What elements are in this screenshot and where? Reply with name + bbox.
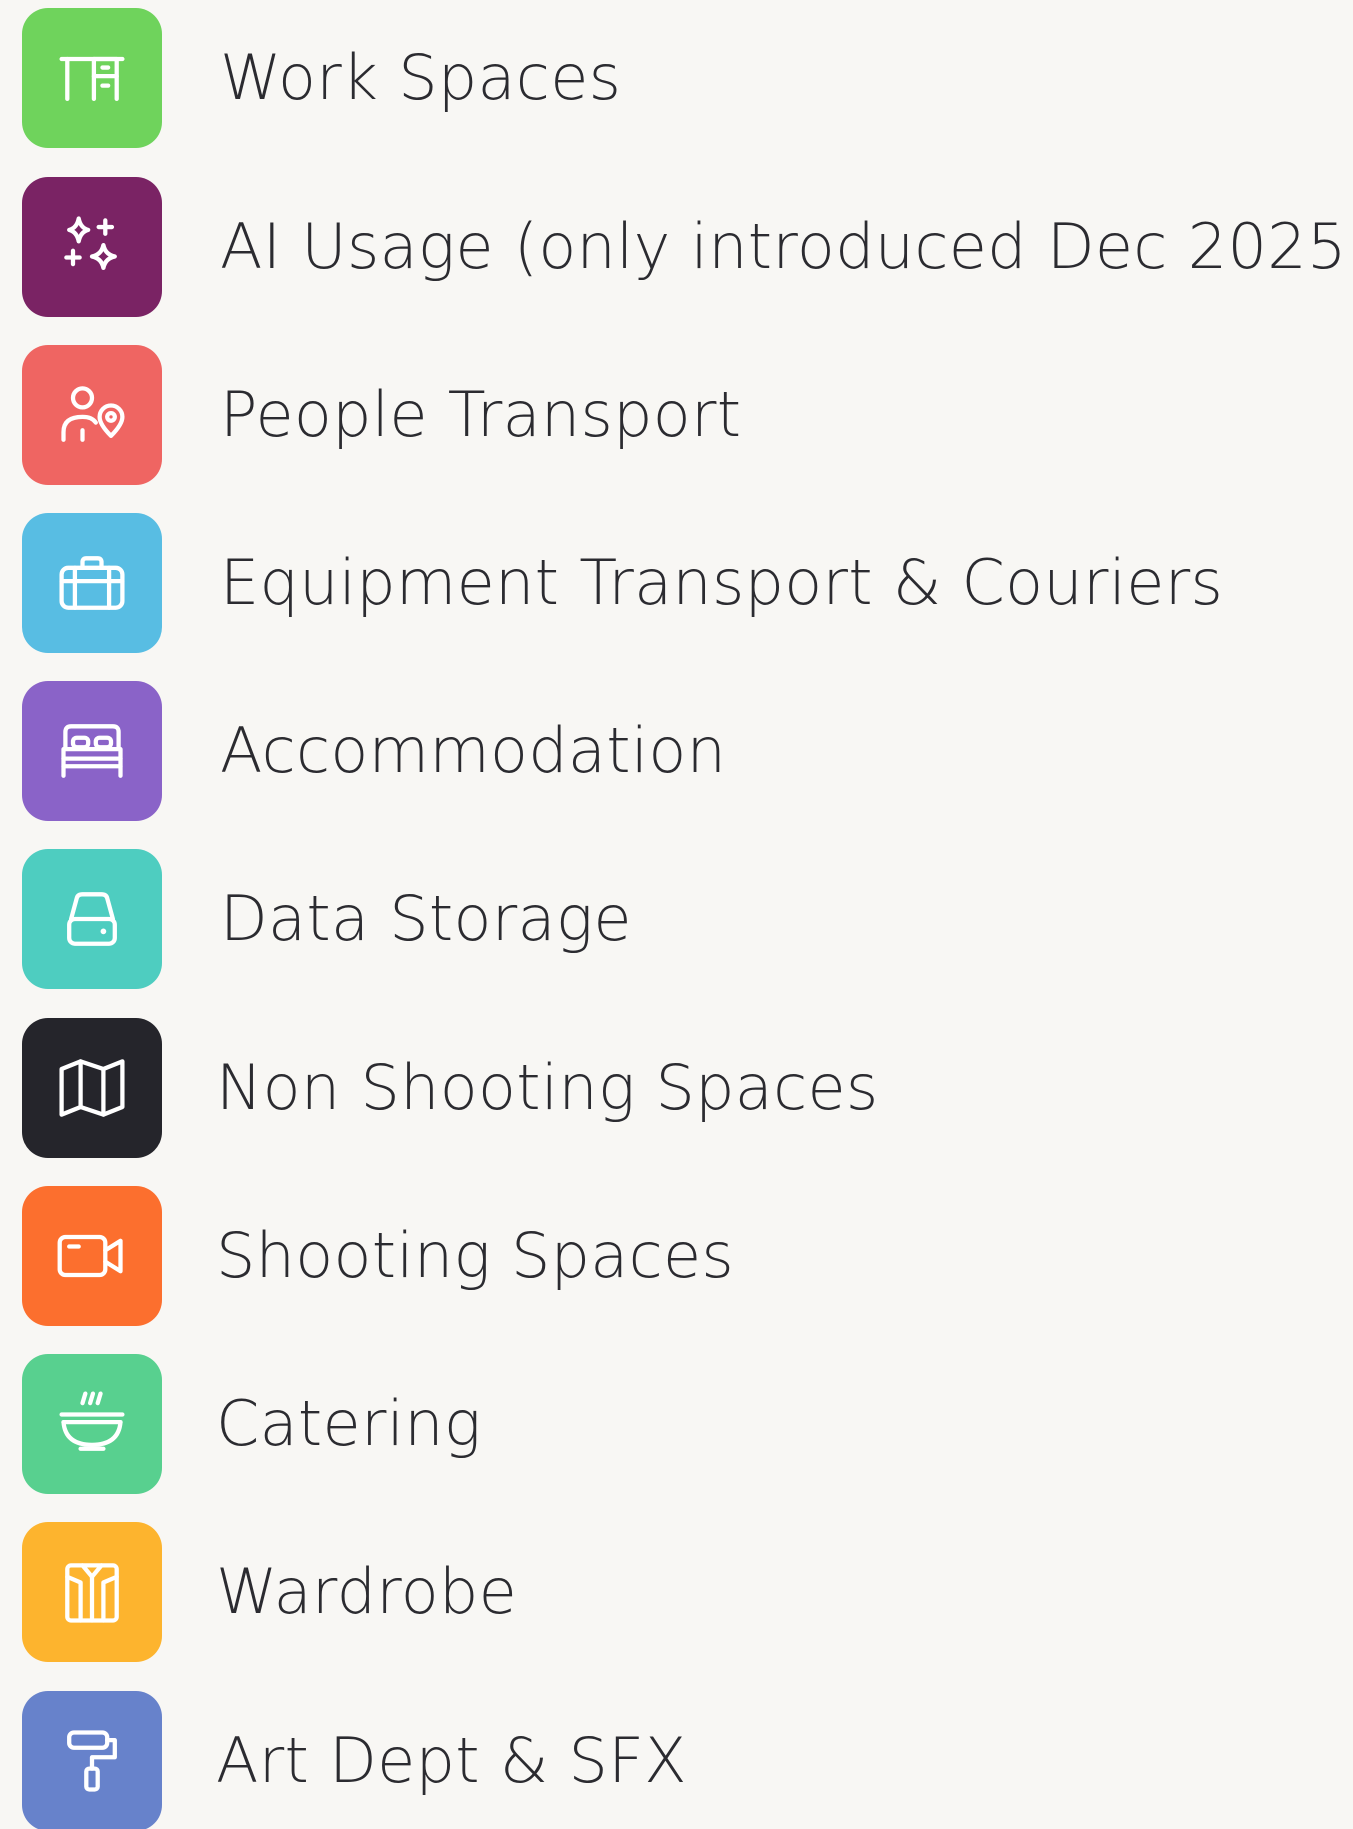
category-tile xyxy=(22,177,162,317)
shirt-box-icon xyxy=(65,1563,119,1623)
food-bowl-icon xyxy=(59,1391,125,1451)
map-icon xyxy=(59,1059,125,1117)
category-item-catering[interactable]: Catering xyxy=(0,1354,1353,1494)
hard-drive-icon xyxy=(67,892,117,946)
category-item-shooting-spaces[interactable]: Shooting Spaces xyxy=(0,1186,1353,1326)
category-item-work-spaces[interactable]: Work Spaces xyxy=(0,8,1353,148)
category-tile xyxy=(22,849,162,989)
category-label: Shooting Spaces xyxy=(216,1219,734,1292)
category-label: Art Dept & SFX xyxy=(216,1724,687,1797)
category-tile xyxy=(22,681,162,821)
category-list: Work Spaces AI Usage (only introduced De… xyxy=(0,0,1353,1829)
category-label: Non Shooting Spaces xyxy=(216,1051,879,1124)
category-item-art-dept[interactable]: Art Dept & SFX xyxy=(0,1691,1353,1829)
category-item-wardrobe[interactable]: Wardrobe xyxy=(0,1522,1353,1662)
category-label: AI Usage (only introduced Dec 2025) xyxy=(220,210,1353,283)
paint-roller-icon xyxy=(67,1730,117,1792)
video-camera-icon xyxy=(57,1234,123,1278)
category-tile xyxy=(22,1018,162,1158)
category-label: Wardrobe xyxy=(216,1555,518,1628)
category-item-equipment-transport[interactable]: Equipment Transport & Couriers xyxy=(0,513,1353,653)
category-tile xyxy=(22,1691,162,1829)
category-tile xyxy=(22,345,162,485)
sparkles-icon xyxy=(64,216,117,271)
category-tile xyxy=(22,1354,162,1494)
category-item-non-shooting-spaces[interactable]: Non Shooting Spaces xyxy=(0,1018,1353,1158)
category-label: Accommodation xyxy=(220,714,727,787)
category-label: Data Storage xyxy=(220,882,632,955)
category-label: People Transport xyxy=(220,378,742,451)
category-label: Work Spaces xyxy=(220,41,622,114)
bed-icon xyxy=(61,724,123,778)
category-tile xyxy=(22,8,162,148)
category-tile xyxy=(22,1522,162,1662)
desk-icon xyxy=(59,56,125,102)
category-item-accommodation[interactable]: Accommodation xyxy=(0,681,1353,821)
category-item-data-storage[interactable]: Data Storage xyxy=(0,849,1353,989)
toolbox-icon xyxy=(59,556,125,610)
category-tile xyxy=(22,513,162,653)
category-item-people-transport[interactable]: People Transport xyxy=(0,345,1353,485)
category-label: Catering xyxy=(216,1387,482,1460)
category-tile xyxy=(22,1186,162,1326)
person-location-icon xyxy=(61,386,125,442)
category-item-ai-usage[interactable]: AI Usage (only introduced Dec 2025) xyxy=(0,177,1353,317)
category-label: Equipment Transport & Couriers xyxy=(220,546,1224,619)
